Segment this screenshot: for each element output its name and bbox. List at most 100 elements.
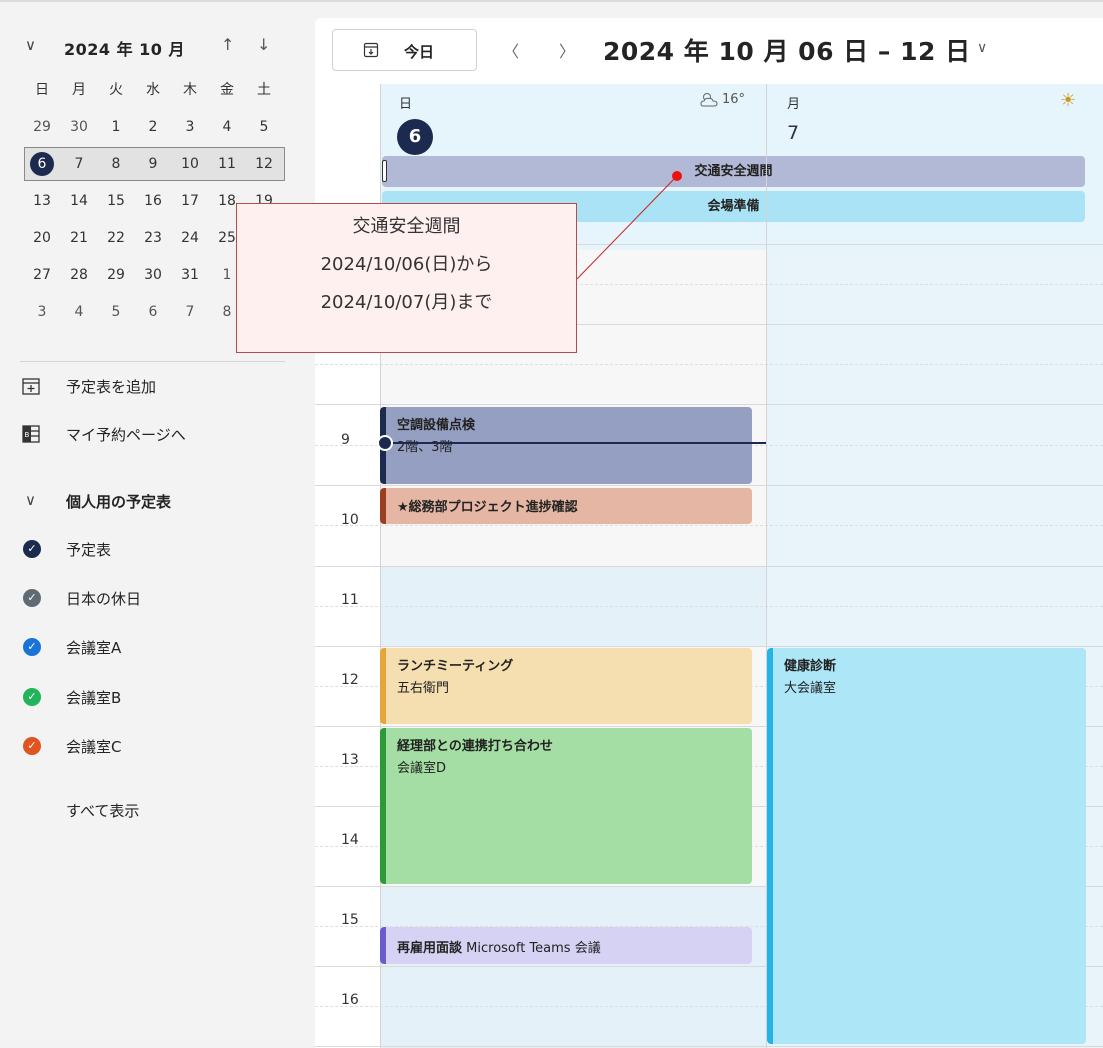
hour-label: 10: [341, 512, 359, 528]
mini-day[interactable]: 17: [172, 189, 208, 213]
mini-day[interactable]: 30: [135, 263, 171, 287]
mini-day[interactable]: 13: [24, 189, 60, 213]
mini-weekday: 火: [109, 82, 123, 98]
hour-label: 11: [341, 592, 359, 608]
mini-day[interactable]: 29: [98, 263, 134, 287]
checkmark-icon[interactable]: ✓: [23, 688, 41, 706]
calendar-item-label: 会議室A: [66, 639, 122, 657]
date-range-title[interactable]: 2024 年 10 月 06 日 – 12 日: [603, 32, 971, 68]
show-all-link[interactable]: すべて表示: [20, 797, 280, 823]
checkmark-icon[interactable]: ✓: [23, 540, 41, 558]
next-month-arrow-icon[interactable]: ↓: [257, 35, 270, 54]
calendar-item-label: 会議室B: [66, 689, 122, 707]
mini-week-row-selected: 6 7 8 9 10 11 12: [24, 152, 285, 189]
mini-day[interactable]: 27: [24, 263, 60, 287]
mini-weekday: 水: [146, 82, 160, 98]
calendar-add-icon: [22, 378, 40, 395]
mini-day[interactable]: 5: [98, 300, 134, 324]
event-accounting-meeting[interactable]: 経理部との連携打ち合わせ 会議室D: [380, 728, 752, 884]
toolbar: 今日 〈 〉 2024 年 10 月 06 日 – 12 日 ∨: [315, 18, 1103, 84]
next-week-chevron-icon[interactable]: 〉: [559, 38, 575, 62]
mini-day[interactable]: 30: [61, 115, 97, 139]
mini-day[interactable]: 12: [246, 152, 282, 176]
working-hours-band: [380, 886, 766, 1048]
previous-month-arrow-icon[interactable]: ↑: [221, 35, 234, 54]
calendar-item-schedule[interactable]: ✓ 予定表: [20, 536, 280, 562]
mini-day[interactable]: 7: [172, 300, 208, 324]
mini-day[interactable]: 15: [98, 189, 134, 213]
event-health-checkup[interactable]: 健康診断 大会議室: [767, 648, 1086, 1044]
event-color-bar: [380, 728, 386, 884]
mini-day[interactable]: 9: [135, 152, 171, 176]
mini-day[interactable]: 4: [209, 115, 245, 139]
add-calendar-label: 予定表を追加: [66, 378, 157, 396]
calendar-item-label: 日本の休日: [66, 590, 142, 608]
today-button[interactable]: 今日: [332, 29, 477, 71]
mini-day[interactable]: 28: [61, 263, 97, 287]
callout-to: 2024/10/07(月)まで: [320, 292, 493, 313]
mini-day[interactable]: 1: [98, 115, 134, 139]
checkmark-icon[interactable]: ✓: [23, 737, 41, 755]
calendar-item-holidays[interactable]: ✓ 日本の休日: [20, 585, 280, 611]
mini-weekday: 土: [257, 82, 271, 98]
mini-day[interactable]: 8: [98, 152, 134, 176]
show-all-label: すべて表示: [66, 802, 140, 820]
mini-day[interactable]: 6: [135, 300, 171, 324]
mini-day[interactable]: 23: [135, 226, 171, 250]
hour-label: 13: [341, 752, 359, 768]
hour-label: 16: [341, 992, 359, 1008]
calendar-item-label: 予定表: [66, 541, 112, 559]
checkmark-icon[interactable]: ✓: [23, 638, 41, 656]
mini-day[interactable]: 3: [172, 115, 208, 139]
checkmark-icon[interactable]: ✓: [23, 589, 41, 607]
day-header-number-today: 6: [397, 119, 433, 155]
calendar-item-room-a[interactable]: ✓ 会議室A: [20, 634, 280, 660]
event-location: 2階、3階: [397, 440, 453, 455]
current-time-line: [383, 442, 766, 444]
mini-day[interactable]: 5: [246, 115, 282, 139]
mini-day[interactable]: 7: [61, 152, 97, 176]
calendar-item-room-b[interactable]: ✓ 会議室B: [20, 684, 280, 710]
hour-label: 12: [341, 672, 359, 688]
event-title: 空調設備点検: [397, 418, 476, 433]
booking-page-link[interactable]: B マイ予約ページへ: [20, 421, 280, 447]
event-hvac-inspection[interactable]: 空調設備点検 2階、3階: [380, 407, 752, 484]
mini-day[interactable]: 2: [135, 115, 171, 139]
all-day-event-title: 会場準備: [707, 199, 760, 214]
mini-day[interactable]: 3: [24, 300, 60, 324]
mini-day[interactable]: 10: [172, 152, 208, 176]
mini-day[interactable]: 22: [98, 226, 134, 250]
mini-weekday: 月: [72, 82, 86, 98]
callout-from: 2024/10/06(日)から: [320, 254, 493, 275]
event-project-review[interactable]: ★総務部プロジェクト進捗確認: [380, 488, 752, 524]
all-day-event-traffic-safety[interactable]: 交通安全週間: [382, 156, 1085, 187]
mini-day[interactable]: 31: [172, 263, 208, 287]
mini-day[interactable]: 29: [24, 115, 60, 139]
calendar-item-label: 会議室C: [66, 738, 122, 756]
event-lunch-meeting[interactable]: ランチミーティング 五右衛門: [380, 648, 752, 724]
mini-day[interactable]: 14: [61, 189, 97, 213]
mini-day-today[interactable]: 6: [24, 152, 60, 176]
event-location: 五右衛門: [397, 681, 450, 696]
mini-day[interactable]: 24: [172, 226, 208, 250]
calendar-group-header[interactable]: ∨ 個人用の予定表: [20, 488, 280, 514]
date-range-chevron-icon[interactable]: ∨: [977, 40, 987, 56]
mini-day[interactable]: 11: [209, 152, 245, 176]
previous-week-chevron-icon[interactable]: 〈: [503, 38, 519, 62]
mini-day[interactable]: 21: [61, 226, 97, 250]
calendar-item-room-c[interactable]: ✓ 会議室C: [20, 733, 280, 759]
mini-calendar-title: 2024 年 10 月: [64, 40, 186, 59]
mini-day[interactable]: 20: [24, 226, 60, 250]
mini-day[interactable]: 16: [135, 189, 171, 213]
collapse-chevron-icon[interactable]: ∨: [25, 36, 36, 54]
mini-day[interactable]: 4: [61, 300, 97, 324]
all-day-event-title: 交通安全週間: [694, 164, 773, 179]
event-rehire-interview[interactable]: 再雇用面談 Microsoft Teams 会議: [380, 927, 752, 964]
sidebar: ∨ 2024 年 10 月 ↑ ↓ 日 月 火 水 木 金 土 29 30 1 …: [0, 0, 300, 1048]
event-color-bar: [380, 488, 386, 524]
event-color-bar: [380, 927, 386, 964]
calendar-today-icon: [363, 42, 379, 58]
add-calendar-button[interactable]: 予定表を追加: [20, 373, 280, 399]
event-location: 会議室D: [397, 761, 447, 776]
event-resize-handle[interactable]: [382, 160, 387, 182]
